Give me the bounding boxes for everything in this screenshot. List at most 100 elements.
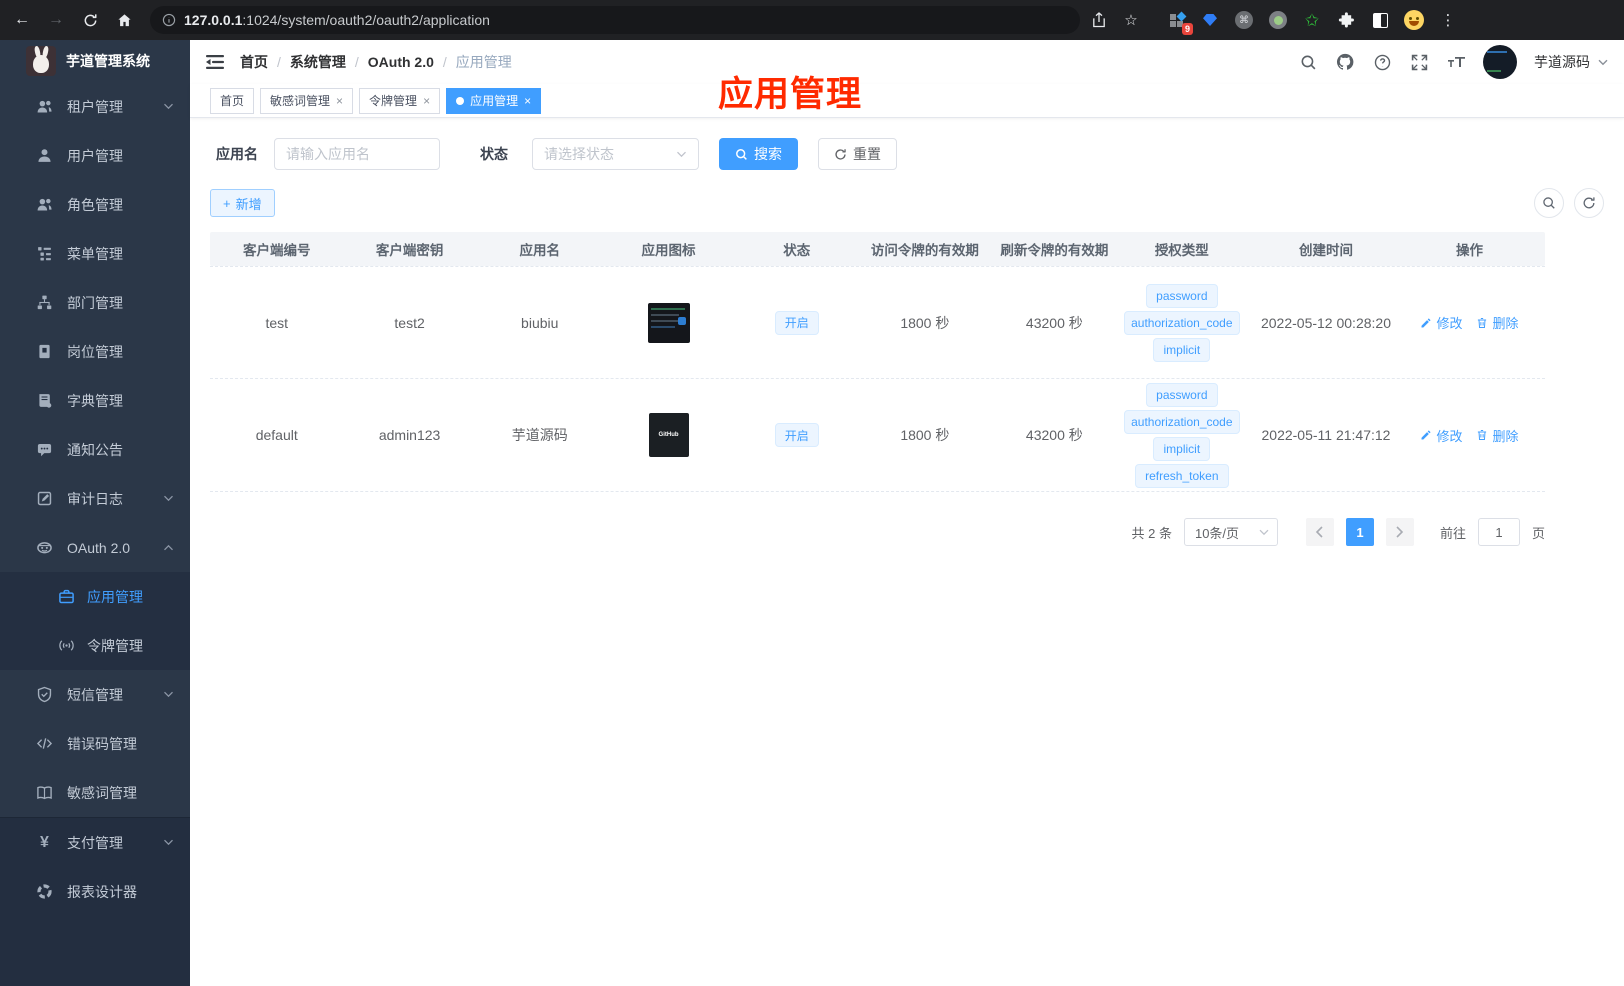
sidebar-item-label: 菜单管理 (67, 245, 123, 262)
sidebar-item-敏感词管理[interactable]: 敏感词管理 (0, 768, 190, 817)
sidebar-item-短信管理[interactable]: 短信管理 (0, 670, 190, 719)
app-name-input[interactable] (274, 138, 440, 170)
sidebar-item-令牌管理[interactable]: 令牌管理 (0, 621, 190, 670)
delete-link[interactable]: 删除 (1476, 313, 1519, 332)
share-icon[interactable] (1086, 7, 1112, 33)
column-header: 刷新令牌的有效期 (1000, 243, 1109, 258)
sidebar-item-报表设计器[interactable]: 报表设计器 (0, 867, 190, 916)
sidebar-item-租户管理[interactable]: 租户管理 (0, 82, 190, 131)
page-size-select[interactable]: 10条/页 (1183, 518, 1278, 546)
sidebar-item-label: 租户管理 (67, 98, 123, 115)
notice-icon (36, 441, 53, 458)
breadcrumb-item[interactable]: OAuth 2.0 (368, 54, 434, 70)
github-icon[interactable] (1335, 52, 1355, 72)
close-tab-icon[interactable]: × (336, 94, 343, 108)
sidebar-item-岗位管理[interactable]: 岗位管理 (0, 327, 190, 376)
extension-gem-icon[interactable] (1198, 8, 1222, 32)
tab-label: 首页 (220, 94, 245, 108)
search-icon[interactable] (1298, 52, 1318, 72)
sidebar-menu: 租户管理用户管理 角色管理菜单管理部门管理 岗位管理 字典管理 通知公告审计日志 OAut… (0, 82, 190, 986)
grant-type-tag: password (1146, 283, 1218, 308)
browser-menu-icon[interactable]: ⋮ (1436, 8, 1460, 32)
extension-sidepanel-icon[interactable] (1368, 8, 1392, 32)
sidebar-item-OAuth 2.0[interactable]: OAuth 2.0 (0, 523, 190, 572)
sidebar-item-角色管理[interactable]: 角色管理 (0, 180, 190, 229)
address-bar[interactable]: 127.0.0.1:1024/system/oauth2/oauth2/appl… (150, 6, 1080, 34)
breadcrumb-item[interactable]: 首页 (240, 52, 268, 72)
reload-icon[interactable] (76, 6, 104, 34)
refresh-token-ttl-cell: 43200 秒 (1025, 427, 1083, 443)
extension-puzzle-icon[interactable] (1334, 8, 1358, 32)
page-number-1[interactable]: 1 (1345, 518, 1374, 546)
tab-label: 敏感词管理 (270, 94, 331, 108)
back-icon[interactable]: ← (8, 6, 36, 34)
tab-敏感词管理[interactable]: 敏感词管理 × (260, 87, 354, 114)
forward-icon[interactable]: → (42, 6, 70, 34)
url-text: 127.0.0.1:1024/system/oauth2/oauth2/appl… (184, 12, 490, 28)
sidebar-item-字典管理[interactable]: 字典管理 (0, 376, 190, 425)
tab-应用管理[interactable]: 应用管理 × (446, 87, 542, 114)
sidebar-item-label: 令牌管理 (87, 637, 143, 654)
sidebar-item-审计日志[interactable]: 审计日志 (0, 474, 190, 523)
sidebar-item-错误码管理[interactable]: 错误码管理 (0, 719, 190, 768)
app-logo-row[interactable]: 芋道管理系统 (0, 40, 190, 82)
chevron-down-icon (163, 495, 174, 502)
sidebar-item-用户管理[interactable]: 用户管理 (0, 131, 190, 180)
font-size-icon[interactable] (1446, 52, 1466, 72)
extension-star-icon[interactable]: ✩ (1300, 8, 1324, 32)
column-header: 应用图标 (641, 243, 696, 258)
sidebar-item-菜单管理[interactable]: 菜单管理 (0, 229, 190, 278)
sidebar-item-label: 审计日志 (67, 490, 123, 507)
sidebar-item-通知公告[interactable]: 通知公告 (0, 425, 190, 474)
status-select[interactable]: 请选择状态 (532, 138, 699, 170)
user-menu[interactable]: 芋道源码 (1534, 52, 1608, 72)
sidebar-item-部门管理[interactable]: 部门管理 (0, 278, 190, 327)
roles-icon (36, 196, 53, 213)
prev-page-button[interactable] (1305, 518, 1334, 546)
add-button[interactable]: + 新增 (210, 189, 275, 217)
applications-table: 客户端编号 客户端密钥 应用名 应用图标 状态 访问令牌的有效期 刷新令牌的有效期 授权类型 创… (210, 232, 1545, 492)
next-page-button[interactable] (1385, 518, 1414, 546)
user-avatar[interactable] (1483, 45, 1517, 79)
column-header: 操作 (1455, 243, 1483, 258)
sidebar-item-应用管理[interactable]: 应用管理 (0, 572, 190, 621)
goto-page-input[interactable] (1477, 518, 1520, 546)
chevron-up-icon (163, 544, 174, 551)
sidebar-item-支付管理[interactable]: ¥ 支付管理 (0, 818, 190, 867)
grant-type-tag: authorization_code (1123, 409, 1240, 434)
reset-button[interactable]: 重置 (818, 138, 897, 170)
bookmark-star-icon[interactable]: ☆ (1118, 7, 1144, 33)
browser-toolbar: ← → 127.0.0.1:1024/system/oauth2/oauth2/… (0, 0, 1624, 40)
created-time-cell: 2022-05-11 21:47:12 (1261, 427, 1391, 443)
active-tab-dot (456, 96, 465, 105)
extension-command-icon[interactable]: ⌘ (1232, 8, 1256, 32)
column-header: 创建时间 (1298, 243, 1353, 258)
edit-link[interactable]: 修改 (1420, 426, 1462, 445)
grant-type-tag: password (1146, 382, 1218, 407)
fullscreen-icon[interactable] (1409, 52, 1429, 72)
extension-record-icon[interactable] (1266, 8, 1290, 32)
search-button[interactable]: 搜索 (719, 138, 798, 170)
home-icon[interactable] (110, 6, 138, 34)
client-secret-cell: test2 (394, 314, 425, 331)
profile-avatar-icon[interactable] (1402, 8, 1426, 32)
grant-type-tag: implicit (1153, 436, 1211, 461)
close-tab-icon[interactable]: × (423, 94, 430, 108)
toggle-search-icon[interactable] (1534, 188, 1564, 218)
tab-令牌管理[interactable]: 令牌管理 × (359, 87, 441, 114)
tab-首页[interactable]: 首页 (210, 87, 255, 114)
breadcrumb-item[interactable]: 系统管理 (290, 52, 346, 72)
yen-icon: ¥ (40, 833, 49, 851)
code-icon (36, 735, 53, 752)
delete-link[interactable]: 删除 (1476, 426, 1519, 445)
collapse-sidebar-icon[interactable] (204, 51, 226, 73)
edit-link[interactable]: 修改 (1420, 313, 1462, 332)
sidebar-item-label: 应用管理 (87, 588, 143, 605)
oauth-icon (36, 539, 53, 556)
site-info-icon[interactable] (162, 13, 176, 27)
extension-grid-icon[interactable]: 9 (1164, 8, 1193, 35)
help-icon[interactable] (1372, 52, 1392, 72)
refresh-table-icon[interactable] (1574, 188, 1604, 218)
close-tab-icon[interactable]: × (524, 94, 531, 108)
status-label: 状态 (480, 146, 508, 162)
